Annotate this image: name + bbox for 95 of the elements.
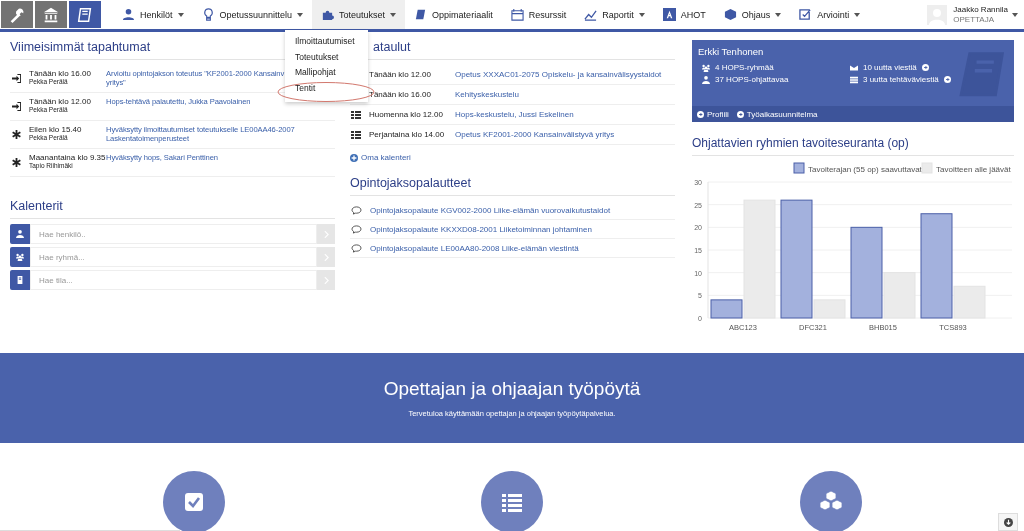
scroll-down-button[interactable] <box>998 513 1018 531</box>
schedule-time: Tänään klo 16.00 <box>369 90 432 99</box>
door-icon <box>16 276 24 284</box>
list-tile-icon[interactable] <box>481 471 543 531</box>
logo-button[interactable] <box>35 1 67 28</box>
user-name[interactable]: Jaakko Rannila <box>953 4 1008 15</box>
schedule-time: Tänään klo 12.00 <box>369 70 432 79</box>
chart-icon <box>584 8 598 21</box>
schedule-time: Perjantaina klo 14.00 <box>369 130 446 139</box>
list-icon <box>351 130 361 139</box>
group-icon <box>16 253 24 261</box>
legend-swatch <box>921 162 933 174</box>
nav-menu-item[interactable]: Henkilöt <box>113 0 193 29</box>
caret-icon <box>297 12 304 17</box>
checkbox-tile-icon[interactable] <box>163 471 225 531</box>
chart-title: Ohjattavien ryhmien tavoiteseuranta (op) <box>692 136 1014 156</box>
puzzle-icon <box>321 8 335 21</box>
profile-link[interactable]: Työaikasuunnitelma <box>736 109 818 119</box>
comment-icon <box>351 205 362 215</box>
mail-icon <box>850 63 858 72</box>
logo-button[interactable] <box>69 1 101 28</box>
sign-in-icon <box>12 102 21 111</box>
banner-title: Opettajan ja ohjaajan työpöytä <box>383 378 641 400</box>
caret-icon <box>638 12 645 17</box>
user-icon <box>702 75 710 84</box>
caret-icon <box>177 12 184 17</box>
user-icon <box>16 230 24 238</box>
sign-in-icon <box>12 74 21 83</box>
asterisk-icon <box>12 130 21 139</box>
search-field[interactable]: Hae ryhmä... <box>30 247 317 267</box>
caret-icon[interactable] <box>1012 12 1018 17</box>
section-title: Opintojaksopalautteet <box>350 176 675 196</box>
bank-icon <box>42 5 60 24</box>
caret-icon <box>775 12 782 17</box>
event-time: Tänään klo 12.00 <box>29 97 92 106</box>
user-role: OPETTAJA <box>953 14 996 25</box>
checkbox-icon <box>799 8 813 21</box>
list-icon <box>351 110 361 119</box>
own-calendar-link[interactable]: Oma kalenteri <box>350 153 675 162</box>
nav-menu-item[interactable]: Raportit <box>575 0 654 29</box>
arrow-circle-icon[interactable] <box>921 64 929 71</box>
feedback-link[interactable]: Opintojaksopalaute KGV002-2000 Liike-elämän vuorovaikutustaidot <box>370 205 611 215</box>
event-time: Tänään klo 16.00 <box>29 69 92 78</box>
cubes-tile-icon[interactable] <box>800 471 862 531</box>
cube-icon <box>723 8 737 21</box>
group-icon <box>702 63 710 72</box>
caret-icon <box>390 12 397 17</box>
profile-stat: 10 uutta viestiä <box>863 63 917 72</box>
dropdown-item[interactable]: Ilmoittautumiset <box>285 34 368 50</box>
nav-menu-item[interactable]: Opetussuunnittelu <box>192 0 313 29</box>
logo-button[interactable] <box>1 1 33 28</box>
event-time: Eilen klo 15.40 <box>29 125 83 134</box>
schedule-event-link[interactable]: Opetus XXXAC01-2075 Opiskelu- ja kansainvälisyystaidot <box>455 70 662 79</box>
search-field[interactable]: Hae henkilö.. <box>30 224 317 244</box>
letter-icon <box>662 8 676 21</box>
book-icon <box>76 5 94 24</box>
arrow-circle-icon <box>736 110 744 118</box>
profile-stat: 3 uutta tehtäväviestiä <box>863 75 939 84</box>
nav-menu-item[interactable]: Arviointi <box>790 0 870 29</box>
nav-menu-item[interactable]: Toteutukset <box>312 0 406 29</box>
comment-icon <box>351 243 362 253</box>
legend-swatch <box>793 162 805 174</box>
section-title: Kalenterit <box>10 199 335 219</box>
nav-menu-item[interactable]: Resurssit <box>501 0 576 29</box>
list-icon <box>850 75 858 84</box>
book-icon <box>414 8 428 21</box>
profile-name: Erkki Tenhonen <box>697 45 765 57</box>
user-icon <box>122 8 135 21</box>
schedule-time: Huomenna klo 12.00 <box>369 110 444 119</box>
feedback-link[interactable]: Opintojaksopalaute KKXXD08-2001 Liiketoiminnan johtaminen <box>370 224 592 234</box>
nav-menu-item[interactable]: Ohjaus <box>714 0 791 29</box>
schedule-event-link[interactable]: Kehityskeskustelu <box>455 90 520 99</box>
plus-circle-icon <box>350 153 358 162</box>
asterisk-icon <box>12 158 21 167</box>
nav-menu-item[interactable]: AHOT <box>653 0 715 29</box>
dropdown-item[interactable]: Mallipohjat <box>285 65 368 81</box>
event-time: Maanantaina klo 9.35 <box>29 153 106 162</box>
legend-label: Tavoiterajan (55 op) saavuttavat <box>808 164 922 174</box>
nav-menu-item[interactable]: Oppimateriaalit <box>405 0 502 29</box>
profile-stat: 37 HOPS-ohjattavaa <box>715 75 789 84</box>
feedback-link[interactable]: Opintojaksopalaute LE00AA80-2008 Liike-elämän viestintä <box>370 243 579 253</box>
caret-icon <box>854 12 861 17</box>
calendar-icon <box>510 8 524 21</box>
profile-link[interactable]: Profiili <box>697 109 729 119</box>
arrow-circle-icon[interactable] <box>943 76 951 83</box>
schedule-event-link[interactable]: Hops-keskustelu, Jussi Eskelinen <box>455 110 574 119</box>
arrow-circle-icon <box>697 110 704 118</box>
dropdown-item[interactable]: Toteutukset <box>285 49 368 65</box>
search-field[interactable]: Hae tila... <box>30 270 317 290</box>
bulb-icon <box>201 8 215 21</box>
arrow-down-icon <box>1003 517 1013 527</box>
legend-label: Tavoitteen alle jäävät <box>936 164 1011 174</box>
profile-stat: 4 HOPS-ryhmää <box>715 63 774 72</box>
schedule-event-link[interactable]: Opetus KF2001-2000 Kansainvälistyvä yritys <box>455 130 615 139</box>
comment-icon <box>351 224 362 234</box>
